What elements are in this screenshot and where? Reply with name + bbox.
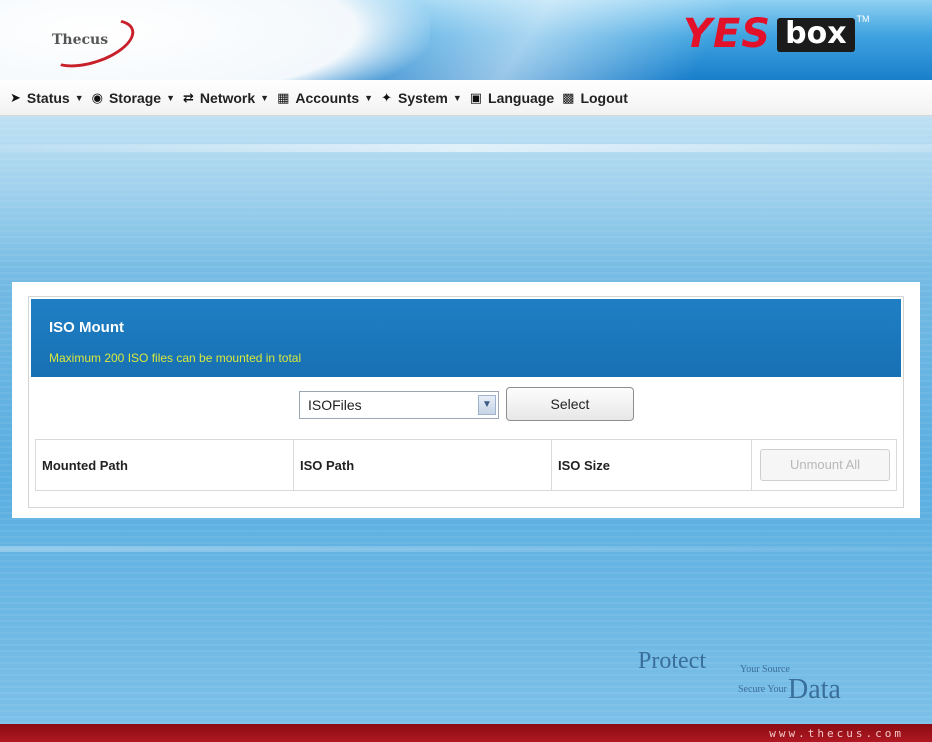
panel-title: ISO Mount (49, 319, 124, 336)
thecus-logo-text: Thecus (52, 32, 109, 48)
status-icon: ➤ (10, 89, 21, 105)
unmount-all-button[interactable]: Unmount All (760, 449, 890, 481)
select-button[interactable]: Select (506, 387, 634, 421)
menu-logout[interactable]: ▩ Logout (562, 90, 628, 106)
panel-subtitle: Maximum 200 ISO files can be mounted in … (49, 351, 302, 365)
menu-network[interactable]: ⇄ Network ▼ (183, 90, 269, 106)
chevron-down-icon: ▼ (74, 92, 84, 103)
language-icon: ▣ (469, 89, 483, 105)
mounted-iso-table-header: Mounted Path ISO Path ISO Size Unmount A… (35, 439, 897, 491)
column-header-mounted-path: Mounted Path (36, 440, 294, 490)
footer-url[interactable]: www.thecus.com (769, 727, 904, 740)
content-area: ISO Mount Maximum 200 ISO files can be m… (12, 282, 920, 518)
header-banner: Thecus YES box TM (0, 0, 932, 80)
yes-box-logo: YES box TM (683, 14, 870, 54)
thecus-logo: Thecus (38, 9, 141, 77)
menu-accounts-label: Accounts (295, 89, 360, 106)
unmount-all-cell: Unmount All (752, 440, 896, 490)
menu-storage-label: Storage (108, 89, 162, 106)
menu-status[interactable]: ➤ Status ▼ (10, 90, 84, 106)
protect-slogan: Protect Your Source Secure Your Data (638, 648, 868, 708)
slogan-secure-your: Secure Your (738, 684, 787, 695)
menu-accounts[interactable]: ▦ Accounts ▼ (277, 90, 373, 106)
storage-icon: ◉ (91, 89, 103, 105)
footer-bar: www.thecus.com (0, 724, 932, 742)
chevron-down-icon: ▼ (166, 92, 176, 103)
menu-storage[interactable]: ◉ Storage ▼ (92, 90, 175, 106)
yes-logo-text: YES (683, 11, 772, 57)
menu-status-label: Status (26, 89, 70, 106)
main-menu-bar: ➤ Status ▼ ◉ Storage ▼ ⇄ Network ▼ ▦ Acc… (0, 80, 932, 116)
slogan-your-source: Your Source (740, 664, 790, 675)
menu-logout-label: Logout (580, 89, 628, 106)
slogan-protect: Protect (638, 648, 706, 674)
column-header-iso-size: ISO Size (552, 440, 752, 490)
menu-network-label: Network (199, 89, 256, 106)
iso-select-row: ISOFiles ▼ Select (29, 385, 903, 429)
iso-mount-panel: ISO Mount Maximum 200 ISO files can be m… (28, 296, 904, 508)
menu-language-label: Language (488, 89, 555, 106)
iso-folder-select-value: ISOFiles (308, 397, 362, 413)
logout-icon: ▩ (562, 89, 575, 105)
menu-language[interactable]: ▣ Language (470, 90, 554, 106)
trademark-text: TM (856, 14, 870, 24)
background-band (0, 144, 932, 152)
network-icon: ⇄ (183, 89, 194, 105)
menu-system[interactable]: ✦ System ▼ (381, 90, 462, 106)
system-icon: ✦ (381, 89, 392, 105)
chevron-down-icon: ▼ (364, 92, 374, 103)
iso-folder-select[interactable]: ISOFiles ▼ (299, 391, 499, 419)
column-header-iso-path: ISO Path (294, 440, 552, 490)
chevron-down-icon: ▼ (260, 92, 270, 103)
panel-header: ISO Mount Maximum 200 ISO files can be m… (31, 299, 901, 377)
menu-system-label: System (398, 89, 448, 106)
box-logo-text: box (777, 18, 855, 52)
chevron-down-icon: ▼ (452, 92, 462, 103)
background-band (0, 546, 932, 552)
accounts-icon: ▦ (277, 89, 290, 105)
slogan-data: Data (788, 674, 841, 705)
dropdown-arrow-icon[interactable]: ▼ (478, 395, 496, 415)
